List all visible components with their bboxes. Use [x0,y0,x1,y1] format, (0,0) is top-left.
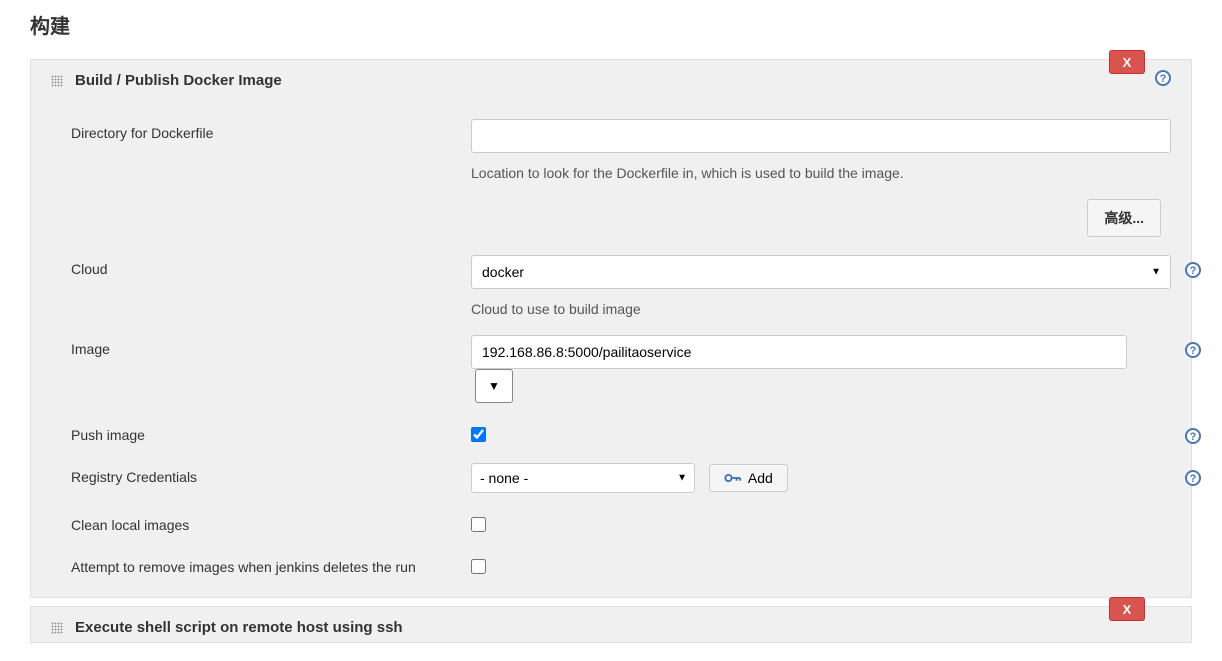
cloud-help-text: Cloud to use to build image [471,301,1171,317]
help-icon[interactable]: ? [1185,470,1201,486]
help-icon[interactable]: ? [1185,342,1201,358]
directory-help-text: Location to look for the Dockerfile in, … [471,165,1171,181]
push-label: Push image [51,421,471,443]
svg-text:?: ? [1190,431,1197,443]
panel-title: Build / Publish Docker Image [75,72,282,89]
directory-label: Directory for Dockerfile [51,119,471,141]
image-dropdown-button[interactable]: ▼ [475,369,513,403]
help-icon[interactable]: ? [1185,428,1201,444]
help-icon[interactable]: ? [1185,262,1201,278]
attempt-label: Attempt to remove images when jenkins de… [51,553,471,575]
add-button-label: Add [748,470,773,486]
clean-checkbox[interactable] [471,517,486,532]
svg-text:?: ? [1190,345,1197,357]
svg-text:?: ? [1190,473,1197,485]
cloud-label: Cloud [51,255,471,277]
svg-text:?: ? [1190,265,1197,277]
add-credentials-button[interactable]: Add [709,464,788,492]
registry-select[interactable]: - none - [471,463,695,493]
attempt-row: Attempt to remove images when jenkins de… [51,553,1171,577]
key-icon [724,470,742,486]
drag-handle-icon[interactable] [51,75,63,87]
advanced-button[interactable]: 高级... [1087,199,1161,237]
section-heading: 构建 [30,10,1192,39]
clean-label: Clean local images [51,511,471,533]
image-input[interactable] [471,335,1127,369]
registry-label: Registry Credentials [51,463,471,485]
directory-row: Directory for Dockerfile Location to loo… [51,119,1171,181]
image-label: Image [51,335,471,357]
attempt-checkbox[interactable] [471,559,486,574]
registry-row: Registry Credentials - none - ▼ Add [51,463,1171,493]
panel-title: Execute shell script on remote host usin… [75,619,403,636]
drag-handle-icon[interactable] [51,622,63,634]
push-checkbox[interactable] [471,427,486,442]
directory-input[interactable] [471,119,1171,153]
cloud-select[interactable]: docker [471,255,1171,289]
image-row: Image ▼ ? [51,335,1171,403]
execute-shell-ssh-panel: X Execute shell script on remote host us… [30,606,1192,643]
push-row: Push image ? [51,421,1171,445]
cloud-row: Cloud docker ▼ Cloud to use to build ima… [51,255,1171,317]
clean-row: Clean local images [51,511,1171,535]
build-publish-docker-panel: X ? Build / Publish Docker Image Directo… [30,59,1192,598]
